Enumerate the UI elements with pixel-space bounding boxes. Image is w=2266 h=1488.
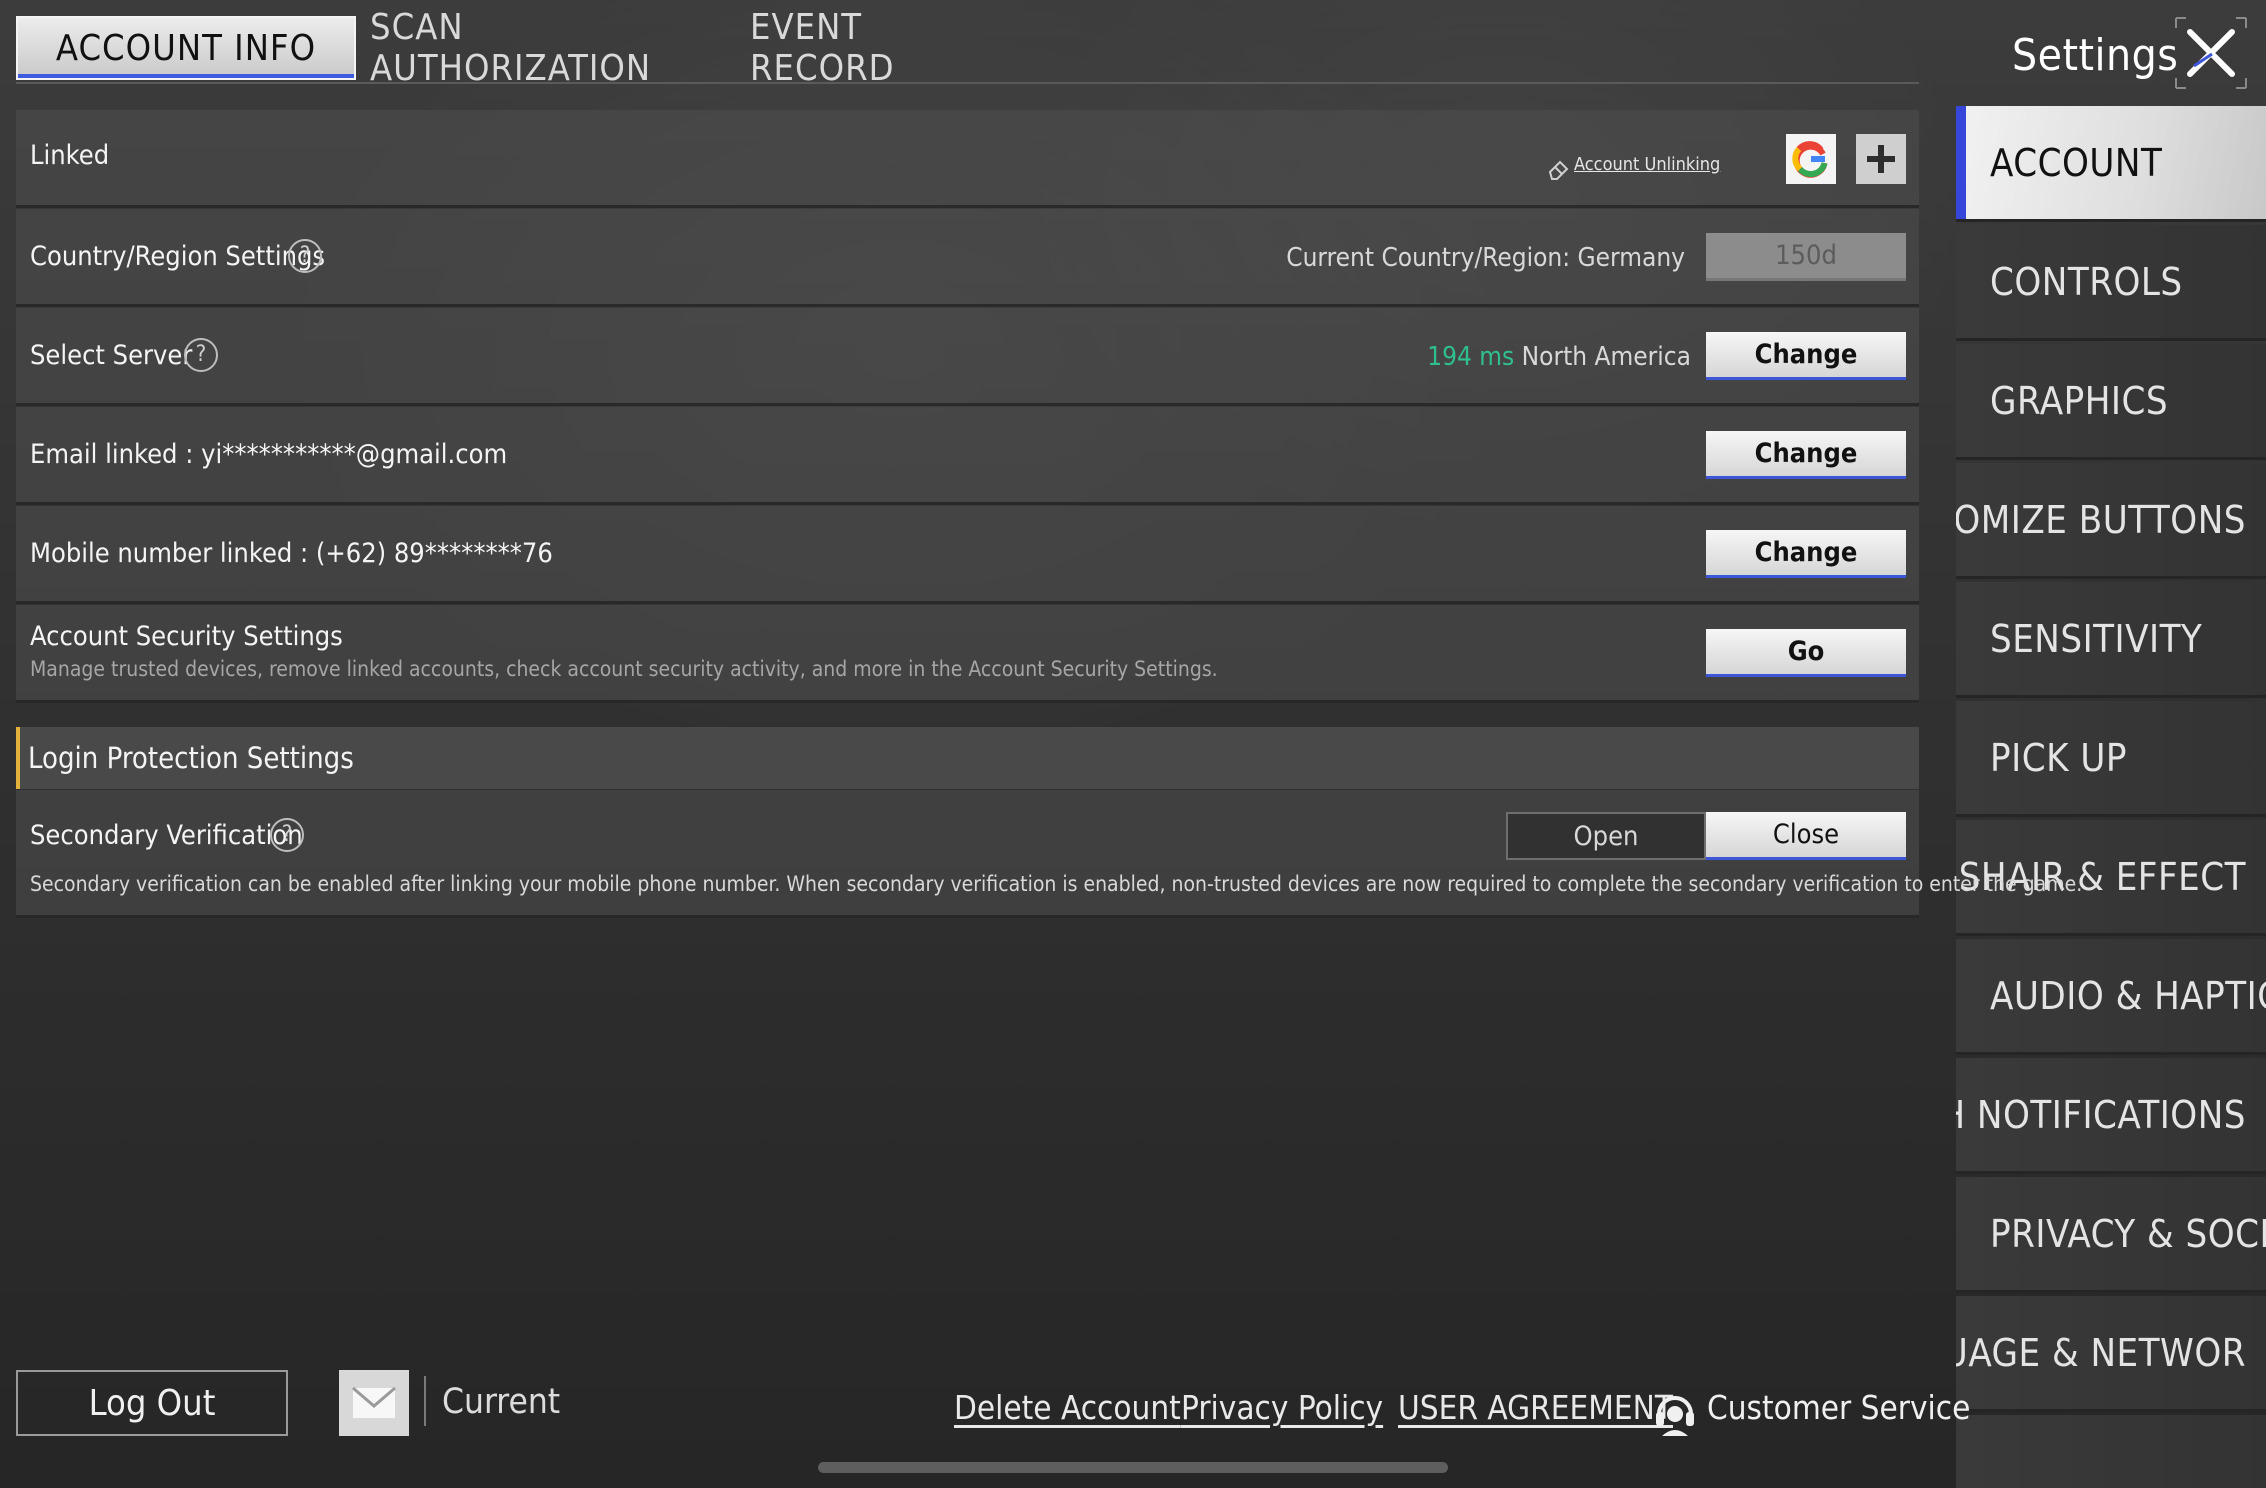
linked-label: Linked (30, 140, 110, 171)
linked-row: Linked Account Unlinking (16, 110, 1919, 208)
server-region: North America (1521, 342, 1691, 372)
sidebar-item-label: PICK UP (1990, 735, 2127, 780)
user-agreement-link[interactable]: USER AGREEMENT (1398, 1388, 1673, 1427)
delete-account-link[interactable]: Delete Account (954, 1388, 1181, 1427)
add-link-button[interactable] (1856, 134, 1906, 184)
close-x-icon (2175, 17, 2247, 89)
sidebar-item-label: AUDIO & HAPTICS (1990, 973, 2266, 1018)
sidebar-item-push-notifications[interactable]: ISH NOTIFICATIONS (1956, 1058, 2266, 1174)
account-security-row: Account Security Settings Manage trusted… (16, 605, 1919, 703)
login-protection-title: Login Protection Settings (28, 741, 354, 775)
help-icon[interactable]: ? (270, 818, 304, 852)
sidebar-item-label: GRAPHICS (1990, 378, 2169, 423)
sidebar-item-privacy-social[interactable]: PRIVACY & SOCIAL (1956, 1177, 2266, 1293)
envelope-icon (352, 1386, 396, 1418)
current-country-text: Current Country/Region: Germany (1286, 243, 1685, 273)
server-status: 194 ms North America (1427, 342, 1691, 372)
account-security-go-button[interactable]: Go (1706, 629, 1906, 677)
settings-title: Settings (2012, 29, 2179, 81)
eraser-icon (1548, 160, 1569, 180)
current-status-text: Current (442, 1382, 561, 1422)
sidebar-item-label: NGUAGE & NETWOR (1956, 1330, 2246, 1375)
help-icon[interactable]: ? (184, 338, 218, 372)
secondary-verification-close[interactable]: Close (1706, 812, 1906, 860)
tabs-divider (16, 82, 1919, 84)
sidebar-item-label: ISH NOTIFICATIONS (1956, 1092, 2246, 1137)
secondary-verification-label: Secondary Verification (30, 820, 303, 851)
change-mobile-button[interactable]: Change (1706, 530, 1906, 578)
sidebar-item-label: PRIVACY & SOCIAL (1990, 1211, 2266, 1256)
headset-icon (1656, 1396, 1694, 1436)
account-unlinking-link[interactable]: Account Unlinking (1574, 154, 1720, 175)
close-button[interactable] (2172, 14, 2250, 92)
email-linked-label: Email linked : yi***********@gmail.com (30, 439, 508, 470)
settings-sidebar: ACCOUNT CONTROLS GRAPHICS ISTOMIZE BUTTO… (1956, 106, 2266, 1488)
google-logo-icon (1792, 141, 1828, 178)
google-link-button[interactable] (1786, 134, 1836, 184)
sidebar-item-customize-buttons[interactable]: ISTOMIZE BUTTONS (1956, 463, 2266, 579)
change-email-button[interactable]: Change (1706, 431, 1906, 479)
sidebar-item-audio-haptics[interactable]: AUDIO & HAPTICS (1956, 939, 2266, 1055)
country-region-row: Country/Region Settings ? Current Countr… (16, 209, 1919, 307)
mobile-linked-label: Mobile number linked : (+62) 89********7… (30, 538, 553, 569)
tab-event-record[interactable]: EVENT RECORD (750, 7, 980, 89)
home-indicator (818, 1462, 1448, 1473)
account-security-label: Account Security Settings (30, 621, 343, 652)
footer-divider (424, 1376, 426, 1426)
sidebar-item-label: SENSITIVITY (1990, 616, 2203, 661)
sidebar-item-account[interactable]: ACCOUNT (1956, 106, 2266, 222)
sidebar-item-label: ISTOMIZE BUTTONS (1956, 497, 2246, 542)
sidebar-item-pick-up[interactable]: PICK UP (1956, 701, 2266, 817)
customer-service-button[interactable] (1652, 1388, 1698, 1438)
sidebar-item-label: ACCOUNT (1990, 140, 2163, 185)
sidebar-item-graphics[interactable]: GRAPHICS (1956, 344, 2266, 460)
country-cooldown-button: 150d (1706, 233, 1906, 281)
change-server-button[interactable]: Change (1706, 332, 1906, 380)
mail-button[interactable] (339, 1370, 409, 1436)
sidebar-item-label: CONTROLS (1990, 259, 2183, 304)
email-row: Email linked : yi***********@gmail.com C… (16, 407, 1919, 505)
mobile-row: Mobile number linked : (+62) 89********7… (16, 506, 1919, 604)
tab-account-info[interactable]: ACCOUNT INFO (16, 16, 356, 80)
plus-icon (1867, 145, 1895, 173)
secondary-verification-description: Secondary verification can be enabled af… (30, 872, 2083, 896)
select-server-label: Select Server (30, 340, 193, 371)
sidebar-item-sensitivity[interactable]: SENSITIVITY (1956, 582, 2266, 698)
server-ping: 194 ms (1427, 342, 1515, 372)
sidebar-item-language-network[interactable]: NGUAGE & NETWOR (1956, 1296, 2266, 1412)
secondary-verification-open[interactable]: Open (1506, 812, 1706, 860)
customer-service-link[interactable]: Customer Service (1707, 1388, 1970, 1427)
privacy-policy-link[interactable]: Privacy Policy (1181, 1388, 1383, 1427)
sidebar-item-partial (1956, 1415, 2266, 1488)
logout-button[interactable]: Log Out (16, 1370, 288, 1436)
account-security-description: Manage trusted devices, remove linked ac… (30, 657, 1218, 681)
settings-screen: ACCOUNT INFO SCAN AUTHORIZATION EVENT RE… (0, 0, 2266, 1488)
country-region-label: Country/Region Settings (30, 241, 326, 272)
login-protection-header: Login Protection Settings (16, 727, 1919, 789)
help-icon[interactable]: ? (288, 239, 322, 273)
select-server-row: Select Server ? 194 ms North America Cha… (16, 308, 1919, 406)
tab-scan-authorization[interactable]: SCAN AUTHORIZATION (370, 7, 680, 89)
sidebar-item-controls[interactable]: CONTROLS (1956, 225, 2266, 341)
